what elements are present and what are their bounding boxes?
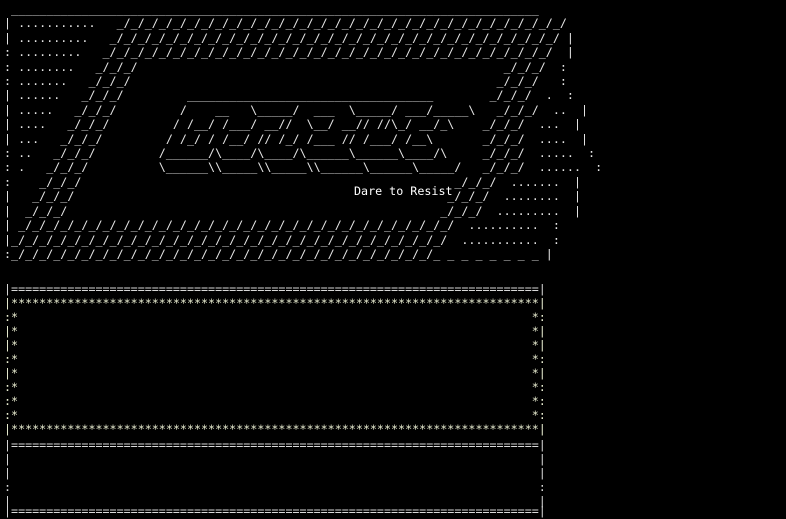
star-panel-top-border: |***************************************… — [4, 296, 546, 310]
middle-divider: |=======================================… — [4, 438, 546, 452]
star-panel-row: :* *: — [4, 352, 546, 366]
ascii-banner-art: ________________________________________… — [4, 2, 603, 261]
star-panel-row: :* *: — [4, 380, 546, 394]
star-panel-row: :* *: — [4, 408, 546, 422]
star-panel-row: |* *| — [4, 366, 546, 380]
blank-row: | | — [4, 466, 546, 480]
star-panel-row: :* *: — [4, 310, 546, 324]
tagline-text: Dare to Resist — [354, 184, 453, 198]
blank-row: : : — [4, 480, 546, 494]
terminal-window: ________________________________________… — [0, 0, 786, 519]
star-panel-row: |* *| — [4, 338, 546, 352]
star-panel-row: |* *| — [4, 324, 546, 338]
star-panel-row: :* *: — [4, 394, 546, 408]
star-panel-bottom-border: |***************************************… — [4, 422, 546, 436]
bottom-divider: |=======================================… — [4, 504, 546, 518]
top-divider: |=======================================… — [4, 282, 546, 296]
blank-row: | | — [4, 452, 546, 466]
